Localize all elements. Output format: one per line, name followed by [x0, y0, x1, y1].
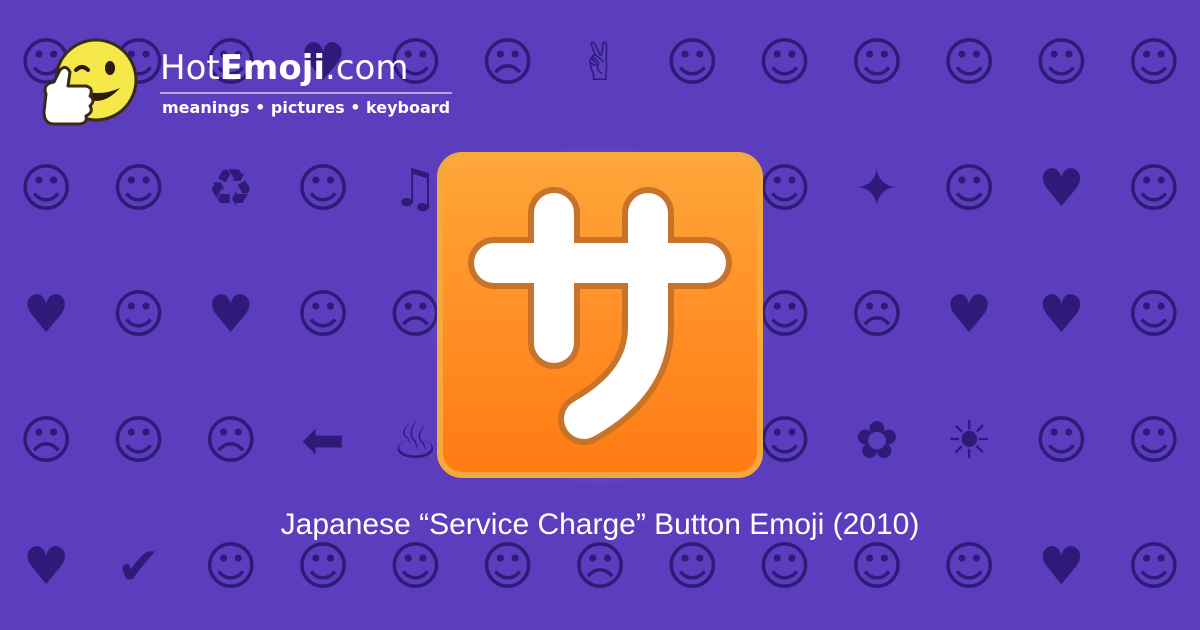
logo-divider: [160, 92, 452, 94]
background-emoji-icon: ☺: [295, 159, 351, 219]
background-emoji-icon: ⬅: [301, 411, 345, 471]
background-emoji-icon: ☺: [111, 159, 166, 219]
background-emoji-icon: ♻: [207, 159, 255, 219]
background-emoji-icon: ☹: [480, 33, 535, 93]
background-emoji-icon: ☺: [1126, 285, 1181, 345]
background-emoji-icon: ♥: [1038, 285, 1085, 345]
emoji-caption: Japanese “Service Charge” Button Emoji (…: [280, 508, 920, 541]
background-emoji-icon: ♥: [22, 285, 70, 345]
background-emoji-icon: ☺: [1126, 159, 1181, 219]
background-emoji-icon: ☺: [111, 411, 166, 471]
background-emoji-icon: ☺: [295, 285, 351, 345]
background-emoji-icon: ✦: [855, 159, 899, 219]
background-emoji-icon: ☺: [942, 159, 997, 219]
thumbs-up-wink-face-icon: [42, 38, 138, 126]
background-emoji-icon: ☺: [19, 159, 74, 219]
site-name-strong: Emoji: [219, 48, 326, 88]
background-emoji-icon: ♥: [945, 285, 993, 345]
site-logo[interactable]: HotEmoji.com meanings • pictures • keybo…: [40, 36, 460, 136]
background-emoji-icon: ♥: [1038, 159, 1085, 219]
background-emoji-icon: ☹: [19, 411, 74, 471]
background-emoji-icon: ☺: [111, 285, 166, 345]
background-emoji-icon: ☺: [757, 33, 812, 93]
site-name: HotEmoji.com: [160, 48, 408, 88]
background-emoji-icon: ☺: [665, 33, 720, 93]
site-tagline: meanings • pictures • keyboard: [162, 98, 451, 117]
site-name-suffix: .com: [325, 48, 409, 88]
background-emoji-icon: ☺: [849, 33, 904, 93]
background-emoji-icon: ☺: [1034, 411, 1089, 471]
background-emoji-icon: ✌: [578, 33, 622, 93]
background-emoji-icon: ☺: [942, 33, 997, 93]
background-emoji-icon: ☺: [1126, 411, 1181, 471]
background-emoji-icon: ♥: [207, 285, 255, 345]
background-emoji-icon: ☺: [1034, 33, 1089, 93]
background-emoji-icon: ☹: [203, 411, 258, 471]
background-emoji-icon: ☺: [1126, 33, 1181, 93]
service-charge-button-emoji-icon: [437, 152, 763, 478]
background-emoji-icon: ☀: [945, 411, 993, 471]
background-emoji-icon: ☹: [849, 285, 904, 345]
background-emoji-icon: ✿: [855, 411, 899, 471]
site-name-prefix: Hot: [160, 48, 220, 88]
